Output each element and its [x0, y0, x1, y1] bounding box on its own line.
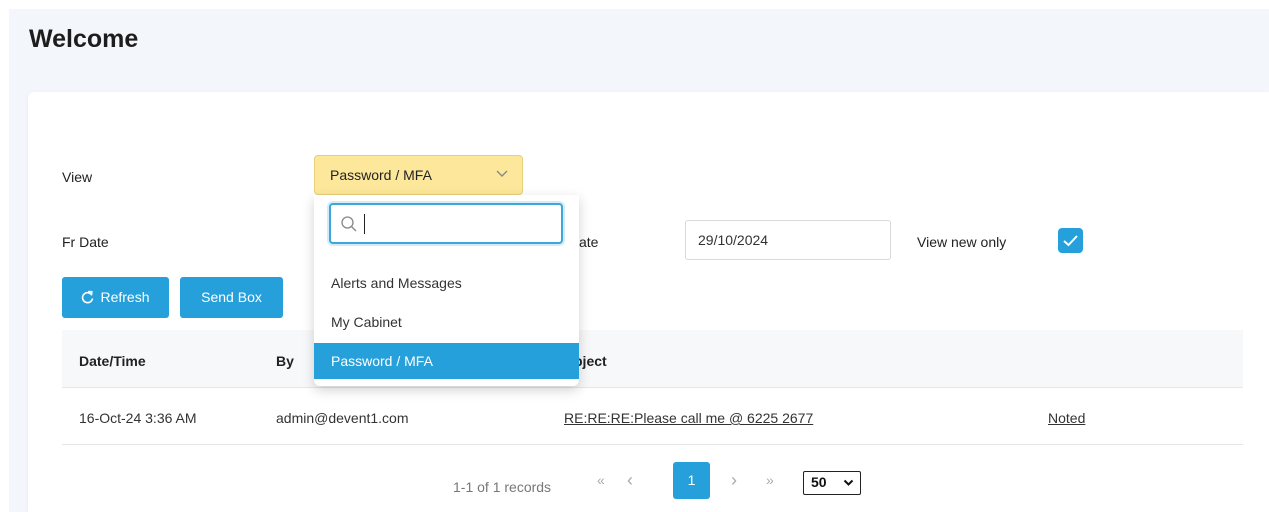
header-by: By	[276, 353, 294, 369]
pagination-info: 1-1 of 1 records	[453, 479, 552, 495]
chevron-down-icon	[496, 170, 508, 177]
first-page-button[interactable]: «	[597, 472, 605, 488]
page-size-select[interactable]: 50	[803, 471, 861, 495]
row-noted-link[interactable]: Noted	[1048, 410, 1085, 426]
row-subject-link[interactable]: RE:RE:RE:Please call me @ 6225 2677	[564, 410, 813, 426]
search-icon	[341, 216, 357, 232]
current-page-button[interactable]: 1	[673, 462, 710, 499]
header-datetime: Date/Time	[79, 353, 146, 369]
to-date-input[interactable]: 29/10/2024	[685, 220, 891, 260]
from-date-label: Fr Date	[62, 234, 109, 250]
prev-page-button[interactable]: ‹	[627, 470, 633, 491]
page-size-value: 50	[811, 474, 827, 490]
next-page-button[interactable]: ›	[731, 470, 737, 491]
view-new-only-label: View new only	[917, 234, 1007, 250]
dropdown-option-my-cabinet[interactable]: My Cabinet	[314, 304, 579, 340]
refresh-icon	[82, 290, 94, 304]
view-dropdown-menu: Alerts and Messages My Cabinet Password …	[314, 195, 579, 386]
dropdown-option-alerts[interactable]: Alerts and Messages	[314, 265, 579, 301]
dropdown-option-password-mfa[interactable]: Password / MFA	[314, 343, 579, 379]
text-caret	[364, 214, 365, 234]
chevron-down-icon	[843, 479, 854, 486]
page-title: Welcome	[29, 25, 139, 53]
to-date-label: ate	[579, 234, 599, 250]
view-new-only-checkbox[interactable]	[1058, 228, 1083, 253]
row-datetime: 16-Oct-24 3:36 AM	[79, 410, 197, 426]
send-box-button[interactable]: Send Box	[180, 277, 283, 318]
table-header: Date/Time By bject	[62, 330, 1243, 388]
view-select[interactable]: Password / MFA	[314, 155, 523, 195]
row-by: admin@devent1.com	[276, 410, 409, 426]
refresh-button[interactable]: Refresh	[62, 277, 169, 318]
refresh-button-label: Refresh	[100, 289, 150, 305]
table-row: 16-Oct-24 3:36 AM admin@devent1.com RE:R…	[62, 389, 1243, 445]
view-select-value: Password / MFA	[330, 167, 432, 183]
view-label: View	[62, 169, 93, 185]
last-page-button[interactable]: »	[766, 472, 774, 488]
dropdown-search-input[interactable]	[329, 203, 563, 244]
checkmark-icon	[1063, 235, 1078, 247]
